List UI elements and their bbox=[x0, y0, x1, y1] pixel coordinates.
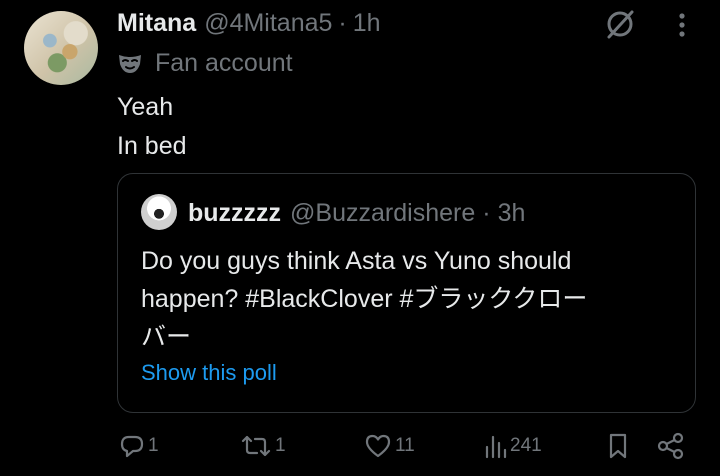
share-icon bbox=[657, 432, 684, 460]
tweet-text-line: Yeah bbox=[117, 93, 174, 121]
reply-button[interactable]: 1 bbox=[119, 431, 159, 461]
grok-icon[interactable] bbox=[604, 8, 636, 40]
repost-count: 1 bbox=[275, 435, 286, 456]
quoted-separator: · bbox=[482, 198, 491, 227]
share-button[interactable] bbox=[656, 431, 686, 461]
quoted-header: buzzzzz @Buzzardishere · 3h bbox=[188, 196, 525, 230]
quoted-avatar[interactable] bbox=[141, 194, 177, 230]
quoted-handle[interactable]: @Buzzardishere bbox=[290, 199, 475, 228]
more-icon[interactable] bbox=[670, 10, 694, 40]
handle[interactable]: @4Mitana5 bbox=[204, 9, 332, 38]
mask-icon bbox=[119, 55, 141, 73]
views-button[interactable]: 241 bbox=[483, 431, 542, 461]
quoted-timestamp[interactable]: 3h bbox=[498, 199, 526, 228]
repost-icon bbox=[241, 435, 271, 457]
quoted-text-line: バー bbox=[141, 323, 192, 351]
timestamp[interactable]: 1h bbox=[353, 9, 381, 38]
quoted-text: Do you guys think Asta vs Yuno should ha… bbox=[141, 242, 661, 356]
separator: · bbox=[338, 8, 347, 37]
quoted-tweet[interactable]: buzzzzz @Buzzardishere · 3h Do you guys … bbox=[117, 173, 696, 413]
repost-button[interactable]: 1 bbox=[240, 431, 286, 461]
bookmark-icon bbox=[609, 433, 627, 459]
tweet[interactable]: Mitana @4Mitana5 · 1h Fan account Yeah I… bbox=[0, 0, 720, 476]
account-label[interactable]: Fan account bbox=[117, 46, 293, 80]
quoted-display-name[interactable]: buzzzzz bbox=[188, 199, 281, 228]
reply-count: 1 bbox=[148, 435, 159, 456]
tweet-text-line: In bed bbox=[117, 132, 187, 160]
reply-icon bbox=[120, 435, 144, 458]
display-name[interactable]: Mitana bbox=[117, 9, 196, 38]
quoted-text-line: Do you guys think Asta vs Yuno should bbox=[141, 247, 572, 275]
quoted-text-line: happen? #BlackClover #ブラッククロー bbox=[141, 285, 588, 313]
show-poll-link[interactable]: Show this poll bbox=[141, 360, 277, 386]
tweet-text: Yeah In bed bbox=[117, 88, 187, 166]
views-icon bbox=[485, 435, 507, 459]
like-count: 11 bbox=[395, 435, 415, 456]
tweet-header: Mitana @4Mitana5 · 1h bbox=[117, 6, 381, 40]
like-icon bbox=[365, 434, 391, 458]
account-label-text: Fan account bbox=[155, 48, 293, 77]
bookmark-button[interactable] bbox=[606, 431, 630, 461]
avatar[interactable] bbox=[24, 11, 98, 85]
like-button[interactable]: 11 bbox=[364, 431, 415, 461]
views-count: 241 bbox=[510, 435, 542, 456]
